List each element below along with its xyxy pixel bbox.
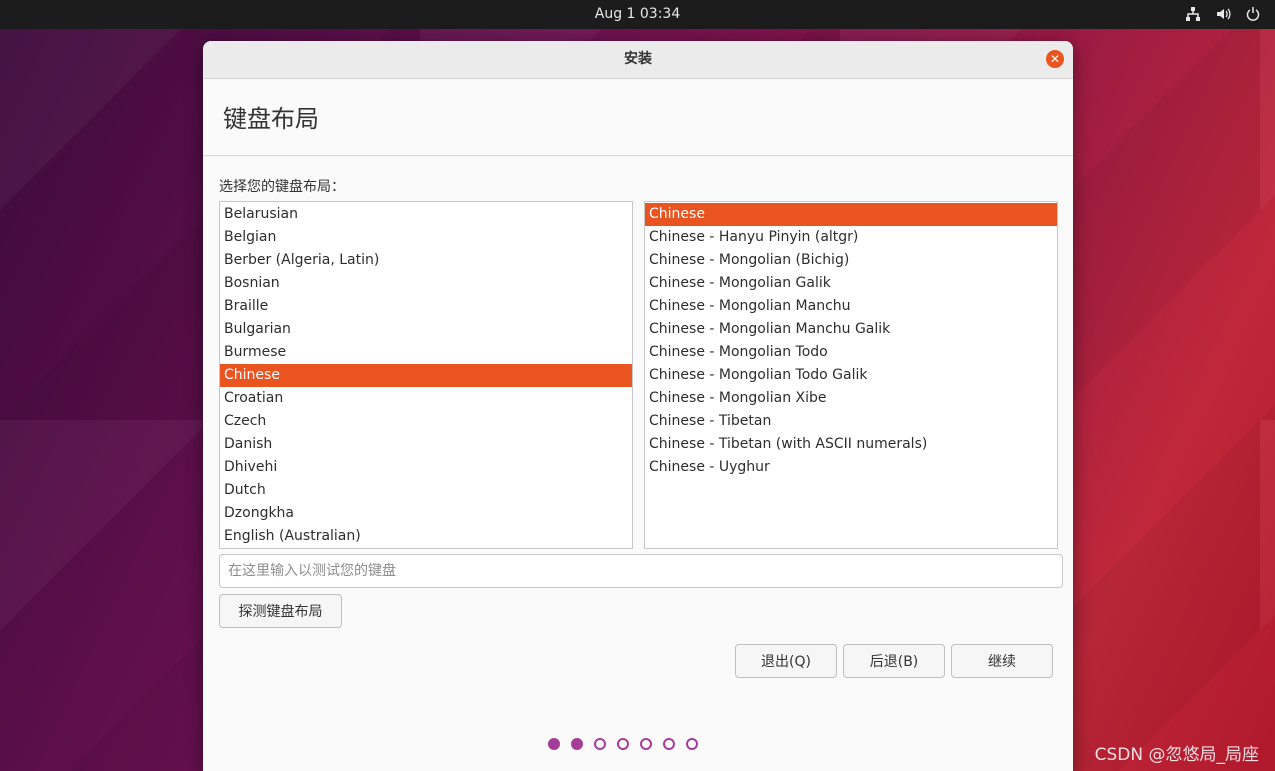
page-title: 键盘布局 bbox=[203, 79, 1073, 156]
progress-dot bbox=[686, 738, 698, 750]
variant-list-item[interactable]: Chinese - Hanyu Pinyin (altgr) bbox=[645, 226, 1057, 249]
variant-list-item[interactable]: Chinese - Uyghur bbox=[645, 456, 1057, 479]
network-icon[interactable] bbox=[1185, 6, 1201, 22]
window-title: 安装 bbox=[624, 51, 652, 67]
detect-layout-button[interactable]: 探测键盘布局 bbox=[219, 594, 342, 628]
variant-list-item[interactable]: Chinese - Mongolian Galik bbox=[645, 272, 1057, 295]
layout-list-item[interactable]: Dutch bbox=[220, 479, 632, 502]
variant-list-item[interactable]: Chinese - Mongolian Manchu Galik bbox=[645, 318, 1057, 341]
layout-prompt: 选择您的键盘布局： bbox=[219, 179, 345, 195]
layout-list-item[interactable]: Belarusian bbox=[220, 203, 632, 226]
variant-list-item[interactable]: Chinese - Mongolian Todo bbox=[645, 341, 1057, 364]
variant-list-item[interactable]: Chinese - Mongolian Todo Galik bbox=[645, 364, 1057, 387]
installer-window: 安装 ✕ 键盘布局 选择您的键盘布局： Belarusian Belgian Ber… bbox=[203, 41, 1073, 771]
close-button[interactable]: ✕ bbox=[1046, 50, 1064, 68]
keyboard-test-input[interactable] bbox=[219, 554, 1063, 588]
layout-list[interactable]: Belarusian Belgian Berber (Algeria, Latin)… bbox=[219, 201, 633, 549]
layout-list-item[interactable]: Croatian bbox=[220, 387, 632, 410]
layout-list-item[interactable]: Dzongkha bbox=[220, 502, 632, 525]
variant-list-item[interactable]: Chinese bbox=[645, 203, 1057, 226]
layout-list-item[interactable]: Bosnian bbox=[220, 272, 632, 295]
variant-list-item[interactable]: Chinese - Mongolian (Bichig) bbox=[645, 249, 1057, 272]
title-bar[interactable]: 安装 ✕ bbox=[203, 41, 1073, 79]
progress-dot bbox=[640, 738, 652, 750]
variant-list[interactable]: Chinese Chinese - Hanyu Pinyin (altgr) Chi… bbox=[644, 201, 1058, 549]
quit-button[interactable]: 退出(Q) bbox=[735, 644, 837, 678]
progress-dot bbox=[594, 738, 606, 750]
layout-list-item[interactable]: Belgian bbox=[220, 226, 632, 249]
layout-list-item[interactable]: Berber (Algeria, Latin) bbox=[220, 249, 632, 272]
layout-list-item[interactable]: Danish bbox=[220, 433, 632, 456]
variant-list-item[interactable]: Chinese - Mongolian Xibe bbox=[645, 387, 1057, 410]
back-button[interactable]: 后退(B) bbox=[843, 644, 945, 678]
variant-list-item[interactable]: Chinese - Tibetan bbox=[645, 410, 1057, 433]
close-icon: ✕ bbox=[1049, 52, 1061, 66]
variant-list-item[interactable]: Chinese - Mongolian Manchu bbox=[645, 295, 1057, 318]
layout-list-item[interactable]: Chinese bbox=[220, 364, 632, 387]
progress-dot bbox=[548, 738, 560, 750]
progress-indicator bbox=[548, 738, 698, 750]
layout-list-item[interactable]: Braille bbox=[220, 295, 632, 318]
progress-dot bbox=[571, 738, 583, 750]
clock[interactable]: Aug 1 03:34 bbox=[0, 6, 1275, 22]
layout-list-item[interactable]: English (Australian) bbox=[220, 525, 632, 548]
layout-list-item[interactable]: Czech bbox=[220, 410, 632, 433]
layout-list-item[interactable]: Bulgarian bbox=[220, 318, 632, 341]
continue-button[interactable]: 继续 bbox=[951, 644, 1053, 678]
progress-dot bbox=[663, 738, 675, 750]
layout-list-item[interactable]: Dhivehi bbox=[220, 456, 632, 479]
variant-list-item[interactable]: Chinese - Tibetan (with ASCII numerals) bbox=[645, 433, 1057, 456]
top-bar: Aug 1 03:34 bbox=[0, 0, 1275, 29]
system-tray[interactable] bbox=[1185, 6, 1261, 22]
watermark: CSDN @忽悠局_局座 bbox=[1094, 745, 1259, 765]
progress-dot bbox=[617, 738, 629, 750]
layout-list-item[interactable]: Burmese bbox=[220, 341, 632, 364]
volume-icon[interactable] bbox=[1215, 6, 1231, 22]
power-icon[interactable] bbox=[1245, 6, 1261, 22]
